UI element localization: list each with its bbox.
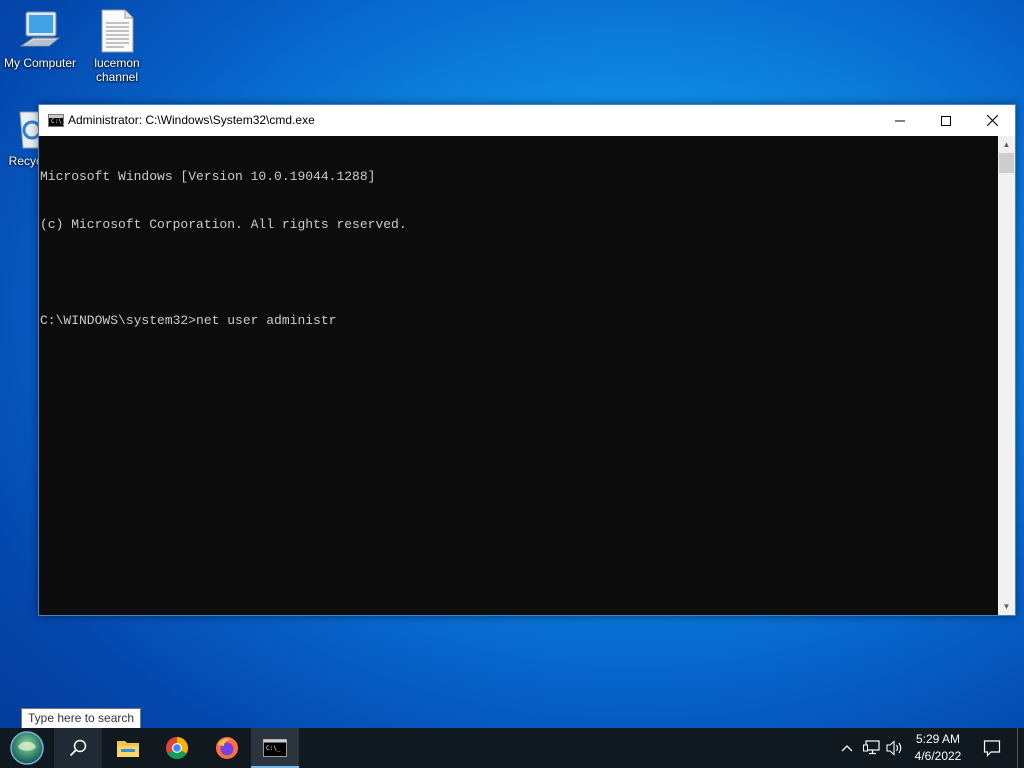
- taskbar-firefox[interactable]: [203, 728, 251, 768]
- scroll-down-arrow-icon[interactable]: ▼: [998, 598, 1015, 615]
- desktop-icon-recycle-bin[interactable]: Recyc: [0, 106, 45, 168]
- show-hidden-icons-button[interactable]: [838, 728, 856, 768]
- start-orb-icon: [10, 731, 44, 765]
- scrollbar-thumb[interactable]: [999, 153, 1014, 173]
- search-tooltip: Type here to search: [21, 708, 142, 729]
- clock-date: 4/6/2022: [914, 749, 962, 763]
- firefox-icon: [216, 737, 238, 759]
- folder-icon: [117, 741, 139, 757]
- svg-text:C:\_: C:\_: [266, 745, 281, 752]
- chrome-icon: [166, 737, 188, 759]
- maximize-icon: [941, 115, 951, 126]
- window-title: Administrator: C:\Windows\System32\cmd.e…: [68, 113, 315, 127]
- minimize-button[interactable]: [877, 105, 923, 136]
- taskbar-command-prompt[interactable]: C:\_: [251, 728, 299, 768]
- taskbar-clock[interactable]: 5:29 AM 4/6/2022: [904, 731, 972, 765]
- minimize-icon: [895, 120, 905, 121]
- cmd-icon: C:\_: [263, 739, 287, 757]
- cmd-window[interactable]: C:\_ Administrator: C:\Windows\System32\…: [38, 104, 1016, 616]
- close-button[interactable]: [969, 105, 1015, 136]
- console-line: Microsoft Windows [Version 10.0.19044.12…: [40, 169, 376, 184]
- text-file-icon: [101, 9, 134, 53]
- title-bar[interactable]: C:\_ Administrator: C:\Windows\System32\…: [39, 105, 1015, 136]
- taskbar: C:\_ 5:29 AM 4/6/2022: [0, 728, 1024, 768]
- desktop-icon-label: lucemon channel: [94, 56, 140, 84]
- taskbar-chrome[interactable]: [153, 728, 201, 768]
- desktop-icon-lucemon-channel[interactable]: lucemon channel: [77, 8, 157, 84]
- scroll-up-arrow-icon[interactable]: ▲: [998, 136, 1015, 153]
- volume-icon: [886, 740, 902, 756]
- desktop-icon-label: Recyc: [8, 154, 42, 168]
- desktop-icon-label: My Computer: [3, 56, 77, 70]
- search-icon: [69, 739, 87, 757]
- maximize-button[interactable]: [923, 105, 969, 136]
- chevron-up-icon: [841, 745, 853, 752]
- network-tray-button[interactable]: [862, 728, 882, 768]
- console-line: (c) Microsoft Corporation. All rights re…: [40, 217, 407, 232]
- action-center-button[interactable]: [980, 728, 1004, 768]
- console-command-line[interactable]: C:\WINDOWS\system32>net user administr: [40, 313, 998, 329]
- computer-icon: [19, 11, 61, 47]
- start-button[interactable]: [3, 728, 51, 768]
- network-icon: [863, 740, 880, 755]
- notification-icon: [983, 740, 1001, 757]
- taskbar-search-button[interactable]: [54, 728, 102, 768]
- close-icon: [986, 115, 998, 126]
- desktop-icon-my-computer[interactable]: My Computer: [0, 8, 80, 70]
- show-desktop-button[interactable]: [1017, 728, 1024, 768]
- console-output[interactable]: Microsoft Windows [Version 10.0.19044.12…: [39, 136, 998, 615]
- cmd-icon: C:\_: [48, 114, 65, 127]
- clock-time: 5:29 AM: [915, 732, 961, 746]
- volume-tray-button[interactable]: [885, 728, 905, 768]
- taskbar-file-explorer[interactable]: [104, 728, 152, 768]
- vertical-scrollbar[interactable]: ▲ ▼: [998, 136, 1015, 615]
